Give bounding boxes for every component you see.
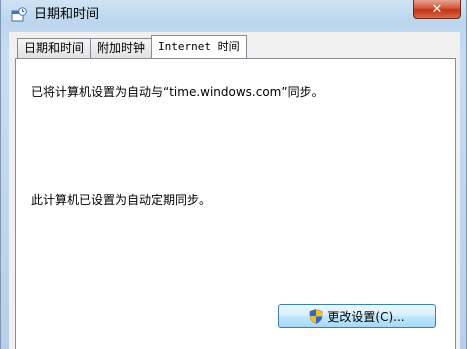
datetime-window: 日期和时间 ✕ 日期和时间 附加时钟 Internet 时间 已将计算机设置为自…	[0, 0, 467, 349]
sync-status-text: 已将计算机设置为自动与“time.windows.com”同步。	[31, 85, 324, 99]
calendar-clock-icon	[11, 7, 27, 23]
window-title: 日期和时间	[34, 7, 100, 22]
internet-time-panel: 已将计算机设置为自动与“time.windows.com”同步。 此计算机已设置…	[15, 58, 456, 349]
close-icon: ✕	[431, 1, 443, 17]
tab-date-time[interactable]: 日期和时间	[17, 38, 92, 58]
title-bar[interactable]: 日期和时间 ✕	[1, 0, 467, 32]
auto-sync-status-text: 此计算机已设置为自动定期同步。	[31, 193, 212, 207]
tab-additional-clocks[interactable]: 附加时钟	[90, 38, 153, 58]
close-button[interactable]: ✕	[413, 0, 461, 19]
uac-shield-icon	[309, 308, 323, 324]
tab-strip: 日期和时间 附加时钟 Internet 时间	[17, 35, 247, 58]
dialog-client-area: 日期和时间 附加时钟 Internet 时间 已将计算机设置为自动与“time.…	[9, 32, 460, 349]
change-settings-button[interactable]: 更改设置(C)...	[278, 304, 436, 328]
change-settings-label: 更改设置(C)...	[327, 309, 405, 324]
tab-internet-time[interactable]: Internet 时间	[151, 35, 247, 58]
